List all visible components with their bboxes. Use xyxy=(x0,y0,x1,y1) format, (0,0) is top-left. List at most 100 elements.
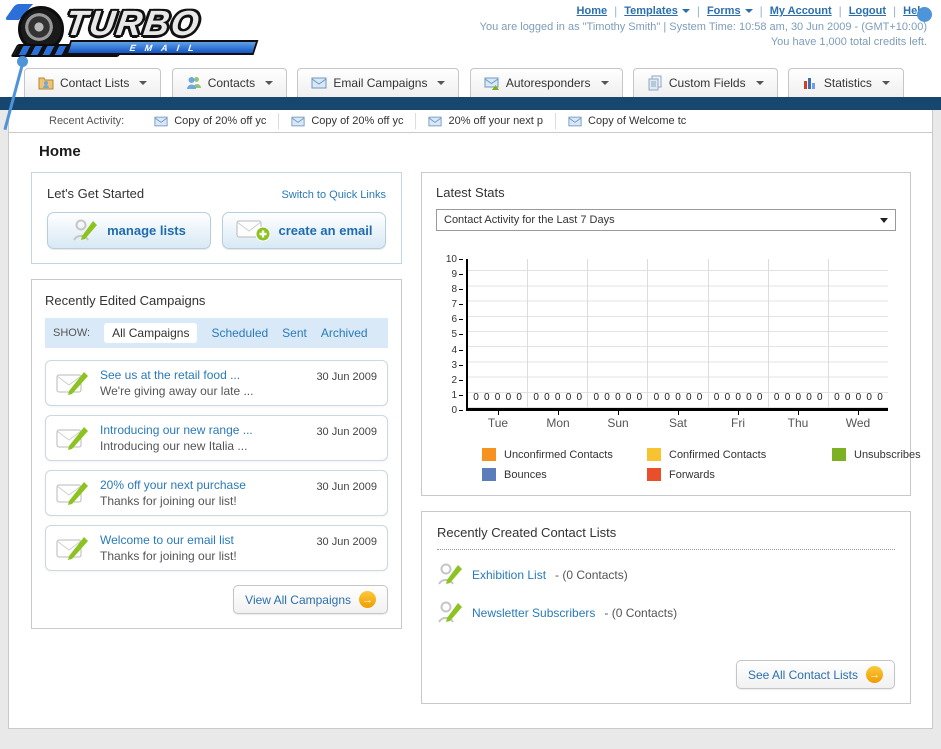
chevron-down-icon xyxy=(755,81,764,85)
nav-forms-link[interactable]: Forms xyxy=(707,5,741,17)
chevron-down-icon xyxy=(880,217,888,223)
arrow-right-icon: → xyxy=(359,591,376,608)
contact-list-row[interactable]: Newsletter Subscribers - (0 Contacts) xyxy=(437,600,895,626)
manage-lists-button[interactable]: manage lists xyxy=(47,212,211,249)
chart-legend: Unconfirmed Contacts Confirmed Contacts Un… xyxy=(482,448,921,481)
campaign-date: 30 Jun 2009 xyxy=(316,426,377,438)
data-value-label: 0 xyxy=(675,392,681,403)
create-email-button[interactable]: create an email xyxy=(222,212,386,249)
contacts-people-icon xyxy=(186,77,201,89)
chevron-down-icon xyxy=(600,81,609,85)
create-email-label: create an email xyxy=(278,223,373,238)
campaign-subtitle: Introducing our new Italia ... xyxy=(100,439,248,453)
filter-sent[interactable]: Sent xyxy=(282,326,307,340)
get-started-title: Let's Get Started xyxy=(47,186,145,201)
campaign-title-link[interactable]: Introducing our new range ... xyxy=(100,423,306,437)
envelope-pencil-icon xyxy=(56,371,88,395)
data-value-label: 0 xyxy=(625,392,632,403)
activity-item[interactable]: Copy of 20% off yc xyxy=(278,113,415,129)
see-all-contact-lists-button[interactable]: See All Contact Lists → xyxy=(735,660,895,689)
activity-item[interactable]: Copy of 20% off yc xyxy=(142,113,278,129)
recent-activity-label: Recent Activity: xyxy=(49,115,125,127)
activity-item[interactable]: Copy of Welcome tc xyxy=(555,113,698,129)
header: TURBO EMAIL Home Templates Forms My Acco… xyxy=(0,0,941,131)
main-tab-bar: Contact Lists Contacts Email Campaigns A… xyxy=(0,62,941,97)
activity-item-label: Copy of 20% off yc xyxy=(174,115,267,127)
envelope-pencil-icon xyxy=(56,536,88,560)
campaign-title-link[interactable]: 20% off your next purchase xyxy=(100,478,306,492)
tab-label: Email Campaigns xyxy=(333,76,428,90)
credits-info: You have 1,000 total credits left. xyxy=(770,36,927,48)
campaign-row[interactable]: Welcome to our email list Thanks for joi… xyxy=(45,525,388,571)
data-value-label: 0 xyxy=(806,392,812,403)
envelope-pencil-icon xyxy=(56,426,88,450)
campaign-title-link[interactable]: Welcome to our email list xyxy=(100,533,306,547)
data-value-label: 0 xyxy=(877,392,883,403)
legend-swatch xyxy=(832,448,846,461)
nav-logout-link[interactable]: Logout xyxy=(849,5,886,17)
view-all-campaigns-button[interactable]: View All Campaigns → xyxy=(233,585,388,614)
data-value-label: 0 xyxy=(724,392,731,403)
legend-label: Confirmed Contacts xyxy=(669,448,767,461)
legend-swatch xyxy=(647,448,661,461)
tab-contacts[interactable]: Contacts xyxy=(171,68,288,97)
legend-swatch xyxy=(647,468,661,481)
logo-sub: EMAIL xyxy=(128,42,205,53)
nav-my-account[interactable]: My Account xyxy=(753,4,832,18)
campaign-date: 30 Jun 2009 xyxy=(316,371,377,383)
header-nav: Home Templates Forms My Account Logout H… xyxy=(480,4,927,18)
tab-statistics[interactable]: Statistics xyxy=(787,68,904,97)
chevron-down-icon xyxy=(265,81,274,85)
tab-autoresponders[interactable]: Autoresponders xyxy=(469,68,623,97)
data-value-label: 0 xyxy=(516,392,522,403)
activity-item[interactable]: 20% off your next p xyxy=(415,113,555,129)
campaign-title-link[interactable]: See us at the retail food ... xyxy=(100,368,306,382)
campaign-row[interactable]: 20% off your next purchase Thanks for jo… xyxy=(45,470,388,516)
contact-list-link[interactable]: Newsletter Subscribers xyxy=(472,606,595,620)
person-pencil-icon xyxy=(73,219,98,241)
nav-forms[interactable]: Forms xyxy=(690,4,753,18)
campaign-row[interactable]: Introducing our new range ... Introducin… xyxy=(45,415,388,461)
tab-contact-lists[interactable]: Contact Lists xyxy=(24,68,162,97)
tab-label: Autoresponders xyxy=(505,76,591,90)
filter-archived[interactable]: Archived xyxy=(321,326,368,340)
data-value-label: 0 xyxy=(484,392,490,403)
login-info: You are logged in as "Timothy Smith" | S… xyxy=(479,21,927,33)
x-tick-label: Thu xyxy=(768,411,828,430)
envelope-plus-icon xyxy=(236,220,270,242)
campaign-subtitle: We're giving away our late ... xyxy=(100,384,254,398)
tab-custom-fields[interactable]: Custom Fields xyxy=(632,68,778,97)
chevron-down-icon xyxy=(744,9,753,13)
filter-scheduled[interactable]: Scheduled xyxy=(211,326,268,340)
nav-templates[interactable]: Templates xyxy=(607,4,690,18)
nav-home-link[interactable]: Home xyxy=(577,5,608,17)
tab-label: Contacts xyxy=(207,76,256,90)
campaign-row[interactable]: See us at the retail food ... We're givi… xyxy=(45,360,388,406)
nav-my-account-link[interactable]: My Account xyxy=(770,5,832,17)
dotted-divider xyxy=(437,549,895,550)
envelope-icon xyxy=(154,116,168,126)
envelope-icon xyxy=(291,116,305,126)
contact-list-row[interactable]: Exhibition List - (0 Contacts) xyxy=(437,562,895,588)
data-value-label: 0 xyxy=(473,392,479,403)
nav-templates-link[interactable]: Templates xyxy=(624,5,678,17)
chart-x-labels: Tue Mon Sun Sat Fri Thu Wed xyxy=(468,411,888,430)
tab-label: Contact Lists xyxy=(60,76,130,90)
nav-logout[interactable]: Logout xyxy=(832,4,886,18)
get-started-panel: Let's Get Started Switch to Quick Links … xyxy=(31,172,402,264)
data-value-label: 0 xyxy=(554,392,561,403)
arrow-right-icon: → xyxy=(866,666,883,683)
filter-all-campaigns[interactable]: All Campaigns xyxy=(104,323,198,343)
switch-quick-links-link[interactable]: Switch to Quick Links xyxy=(281,189,386,201)
data-value-label: 0 xyxy=(636,392,643,403)
data-value-label: 0 xyxy=(735,392,741,403)
contact-list-link[interactable]: Exhibition List xyxy=(472,568,546,582)
stats-period-select[interactable]: Contact Activity for the Last 7 Days xyxy=(436,209,896,231)
nav-home[interactable]: Home xyxy=(577,5,608,17)
tab-email-campaigns[interactable]: Email Campaigns xyxy=(297,68,460,97)
chevron-down-icon xyxy=(681,9,690,13)
legend-item: Unconfirmed Contacts xyxy=(482,448,647,461)
data-value-label: 0 xyxy=(795,392,802,403)
data-value-label: 0 xyxy=(604,392,610,403)
data-value-label: 0 xyxy=(696,392,703,403)
